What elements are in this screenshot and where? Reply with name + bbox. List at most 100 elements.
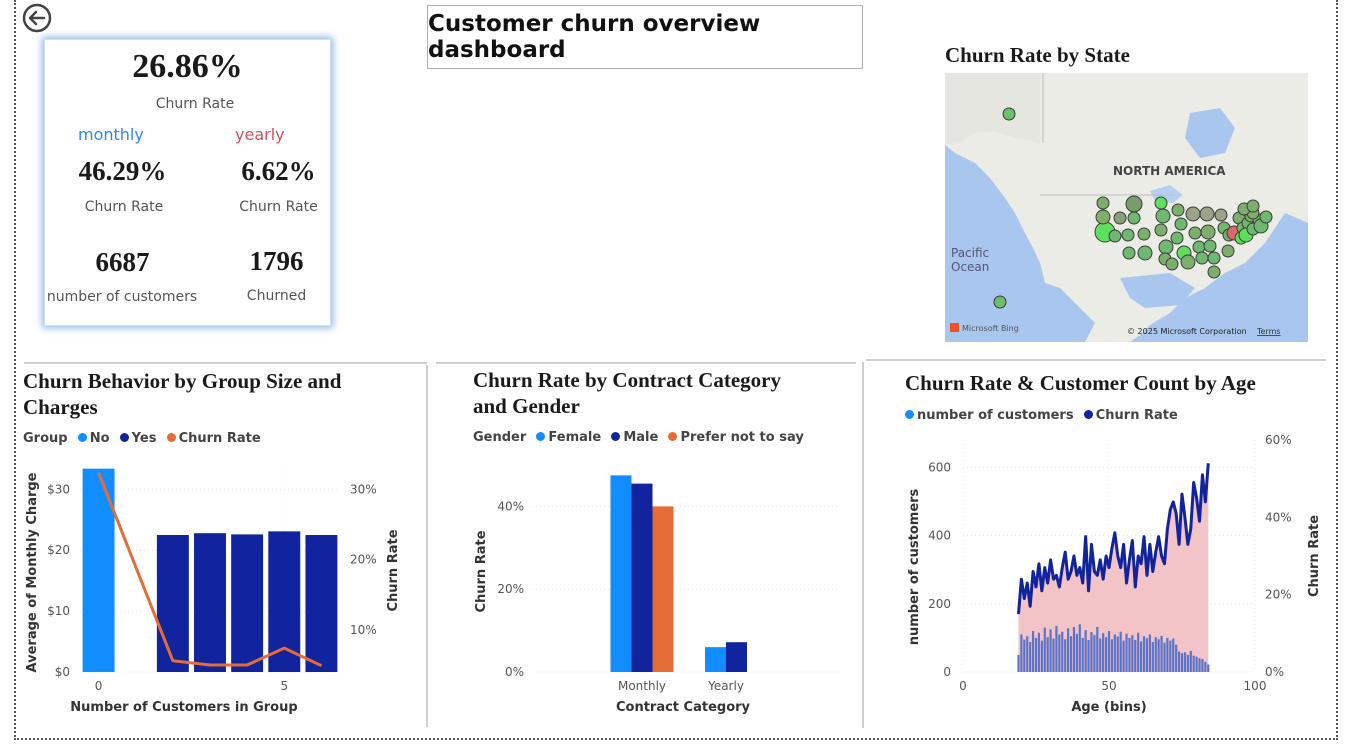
chart1-title: Churn Behavior by Group Size and Charges: [23, 369, 342, 419]
bing-label: Microsoft Bing: [962, 324, 1019, 333]
customer-count-bar: [1140, 641, 1143, 672]
y2-axis-title: Churn Rate: [386, 529, 401, 611]
x-tick-label: Monthly: [618, 679, 666, 693]
customer-count-bar: [1090, 632, 1093, 672]
map-bubble: [1207, 251, 1221, 265]
customer-count-bar: [1072, 626, 1076, 672]
customer-count-bar: [1029, 641, 1032, 672]
map-bubble: [1185, 206, 1201, 222]
customer-count-bar: [1087, 639, 1090, 672]
customer-count-bar: [1198, 658, 1201, 672]
legend-item-no[interactable]: No: [90, 431, 110, 446]
legend-dot-prefer-not: [668, 432, 678, 441]
customer-count-bar: [1186, 654, 1189, 672]
map-bubble: [1259, 210, 1273, 224]
legend-dot-churn-rate: [166, 433, 176, 442]
customer-count-bar: [1026, 636, 1029, 672]
bing-logo-icon: [950, 323, 959, 332]
customer-count-bar: [1043, 627, 1046, 672]
y-axis-title: Average of Monthly Charge: [25, 472, 40, 672]
back-arrow-icon[interactable]: [22, 3, 52, 33]
customer-count-bar: [1122, 640, 1125, 672]
map-canvas[interactable]: NORTH AMERICA Pacific Ocean Microsoft Bi…: [945, 73, 1308, 342]
chart3-age[interactable]: 0 200 400 600 0% 20% 40% 60% 0 50 100 Age (bins) num…: [890, 428, 1330, 723]
legend-item-male[interactable]: Male: [623, 430, 658, 445]
customer-count-bar: [1163, 642, 1166, 672]
y2-tick-label: 60%: [1265, 433, 1292, 447]
customer-count-bar: [1102, 633, 1105, 672]
customer-count-bar: [1017, 654, 1020, 672]
customer-count-bar: [1116, 636, 1119, 672]
customer-count-bar: [1160, 635, 1163, 672]
chart2-contract-gender[interactable]: 0% 20% 40% Monthly Yearly Contract Category Ch…: [440, 455, 850, 725]
x-tick-label: 100: [1244, 679, 1267, 693]
churn-map[interactable]: NORTH AMERICA Pacific Ocean Microsoft Bi…: [945, 73, 1308, 342]
legend-dot-no: [77, 433, 87, 442]
legend-item-yes[interactable]: Yes: [132, 431, 157, 446]
y2-tick-label: 40%: [1265, 510, 1292, 524]
chart2-title: Churn Rate by Contract Category and Gend…: [473, 368, 781, 418]
map-terms-link[interactable]: Terms: [1256, 327, 1281, 336]
map-bubble: [1158, 239, 1174, 255]
section-divider: [426, 365, 428, 727]
customer-count-bar: [1192, 655, 1195, 672]
chart2-legend-title: Gender: [473, 430, 527, 445]
customer-count-bar: [1113, 634, 1116, 672]
customer-count-bar: [1204, 661, 1207, 672]
map-bubble: [1154, 196, 1168, 210]
y-tick-label: $20: [47, 543, 70, 557]
monthly-churn-rate-label: Churn Rate: [84, 199, 164, 215]
customer-count-bar: [1151, 641, 1154, 672]
legend-item-age-churn[interactable]: Churn Rate: [1096, 408, 1178, 423]
bar-female: [610, 475, 632, 672]
y-axis-title: Churn Rate: [474, 530, 489, 612]
yearly-heading: yearly: [235, 125, 285, 144]
y-tick-label: $30: [47, 482, 70, 496]
map-bubble: [1113, 211, 1127, 225]
legend-item-churn-rate[interactable]: Churn Rate: [179, 431, 261, 446]
customer-count-bar: [1075, 633, 1078, 672]
legend-item-customers[interactable]: number of customers: [917, 408, 1074, 423]
bar-female: [705, 647, 726, 672]
customer-count-bar: [1061, 631, 1064, 672]
legend-dot-age-churn: [1083, 410, 1093, 419]
map-bubble: [1188, 226, 1202, 240]
customers-value: 6687: [95, 247, 150, 277]
map-bubble: [1125, 195, 1143, 213]
y-tick-label: $0: [55, 665, 70, 679]
customer-count-bar: [1183, 652, 1187, 672]
legend-dot-customers: [905, 410, 914, 419]
map-bubble: [1174, 217, 1188, 231]
y-tick-label: 600: [928, 460, 951, 474]
y-tick-label: 0: [943, 665, 951, 679]
customer-count-bar: [1177, 651, 1181, 672]
chart2-legend: Gender Female Male Prefer not to say: [473, 430, 804, 445]
map-bubble: [1199, 206, 1215, 222]
map-bubble: [1002, 107, 1016, 121]
customer-count-bar: [1034, 637, 1038, 672]
customer-count-bar: [1145, 638, 1149, 672]
bar-yes: [156, 535, 189, 672]
map-bubble: [993, 295, 1007, 309]
customer-count-bar: [1148, 634, 1151, 672]
customer-count-bar: [1096, 626, 1099, 672]
y2-axis-title: Churn Rate: [1307, 515, 1322, 597]
churned-value: 1796: [249, 246, 304, 276]
x-tick-label: 0: [95, 679, 103, 693]
customer-count-bar: [1189, 650, 1192, 672]
chart1-group-size[interactable]: $0 $10 $20 $30 10% 20% 30% 0 5 Number of Customer…: [18, 455, 418, 725]
y-tick-label: 40%: [497, 499, 524, 513]
customer-count-bar: [1157, 639, 1160, 672]
legend-item-female[interactable]: Female: [548, 430, 601, 445]
map-bubble: [1170, 231, 1184, 245]
legend-item-prefer-not[interactable]: Prefer not to say: [680, 430, 803, 445]
monthly-heading: monthly: [78, 125, 144, 144]
y-tick-label: 400: [928, 529, 951, 543]
y2-tick-label: 30%: [350, 483, 377, 497]
yearly-churn-rate-value: 6.62%: [241, 156, 316, 186]
customer-count-bar: [1069, 636, 1073, 672]
map-bubble: [1154, 223, 1168, 237]
map-bubble: [1203, 239, 1217, 253]
customer-count-bar: [1169, 640, 1172, 672]
customer-count-bar: [1020, 634, 1023, 672]
